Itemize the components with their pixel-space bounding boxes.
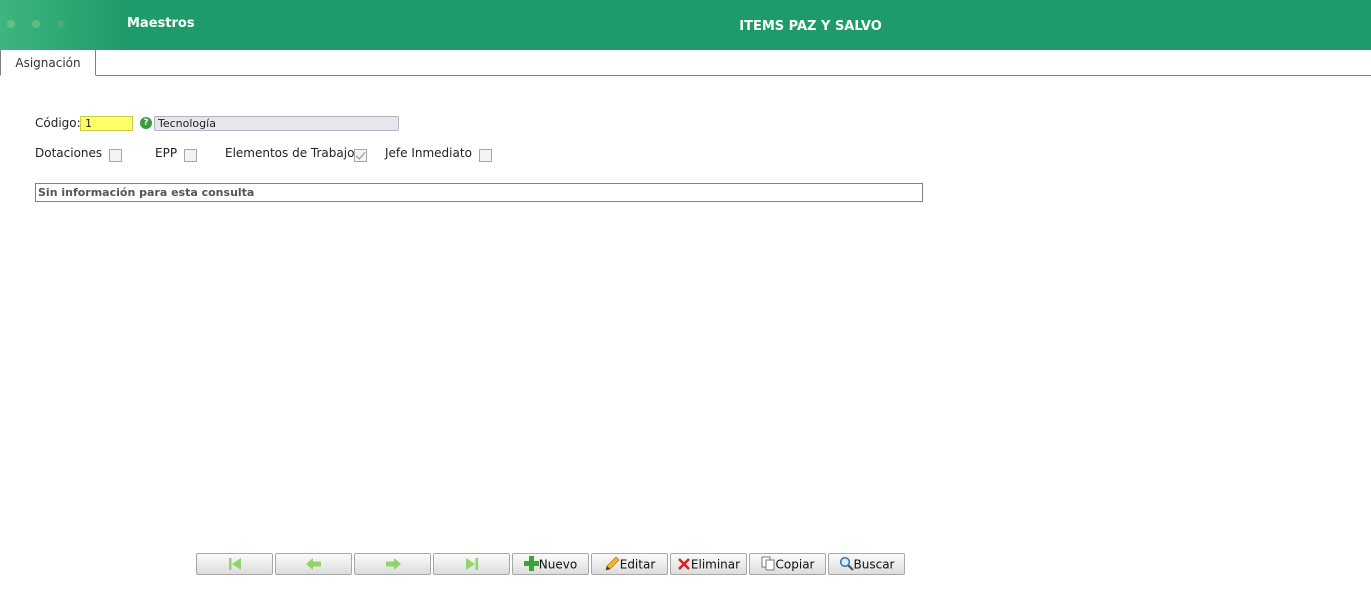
epp-checkbox[interactable] xyxy=(184,149,197,162)
dotaciones-checkbox[interactable] xyxy=(109,149,122,162)
elementos-trabajo-label: Elementos de Trabajo xyxy=(225,146,355,160)
first-record-button[interactable] xyxy=(196,553,273,575)
magnifier-icon xyxy=(839,556,854,571)
nuevo-button[interactable]: Nuevo xyxy=(512,553,589,575)
jefe-inmediato-checkbox[interactable] xyxy=(479,149,492,162)
pencil-icon xyxy=(605,556,620,570)
window-title: ITEMS PAZ Y SALVO xyxy=(739,19,882,34)
copiar-label: Copiar xyxy=(775,557,815,572)
elementos-trabajo-checkbox[interactable] xyxy=(354,149,367,162)
previous-arrow-icon xyxy=(305,557,321,570)
first-record-icon xyxy=(228,557,241,570)
epp-label: EPP xyxy=(155,146,178,160)
next-record-button[interactable] xyxy=(354,553,431,575)
eliminar-button[interactable]: Eliminar xyxy=(670,553,747,575)
descripcion-field: Tecnología xyxy=(154,116,399,131)
grid-empty-message: Sin información para esta consulta xyxy=(35,183,923,202)
editar-button[interactable]: Editar xyxy=(591,553,668,575)
buscar-button[interactable]: Buscar xyxy=(828,553,905,575)
previous-record-button[interactable] xyxy=(275,553,352,575)
last-record-button[interactable] xyxy=(433,553,510,575)
question-icon[interactable]: ? xyxy=(140,117,152,129)
copy-icon xyxy=(761,556,775,571)
last-record-icon xyxy=(465,557,478,570)
tab-bar: Asignación xyxy=(0,50,1371,76)
buscar-label: Buscar xyxy=(853,557,895,572)
jefe-inmediato-label: Jefe Inmediato xyxy=(385,146,472,160)
copiar-button[interactable]: Copiar xyxy=(749,553,826,575)
next-arrow-icon xyxy=(385,557,401,570)
nuevo-label: Nuevo xyxy=(538,557,578,572)
editar-label: Editar xyxy=(619,557,656,572)
delete-x-icon xyxy=(677,557,690,570)
dotaciones-label: Dotaciones xyxy=(35,146,103,160)
eliminar-label: Eliminar xyxy=(690,557,741,572)
title-bar: Maestros ITEMS PAZ Y SALVO xyxy=(0,0,1371,50)
codigo-label: Código: xyxy=(35,116,81,130)
plus-icon xyxy=(523,556,539,571)
codigo-input[interactable]: 1 xyxy=(80,116,133,131)
tab-asignacion[interactable]: Asignación xyxy=(0,50,96,76)
